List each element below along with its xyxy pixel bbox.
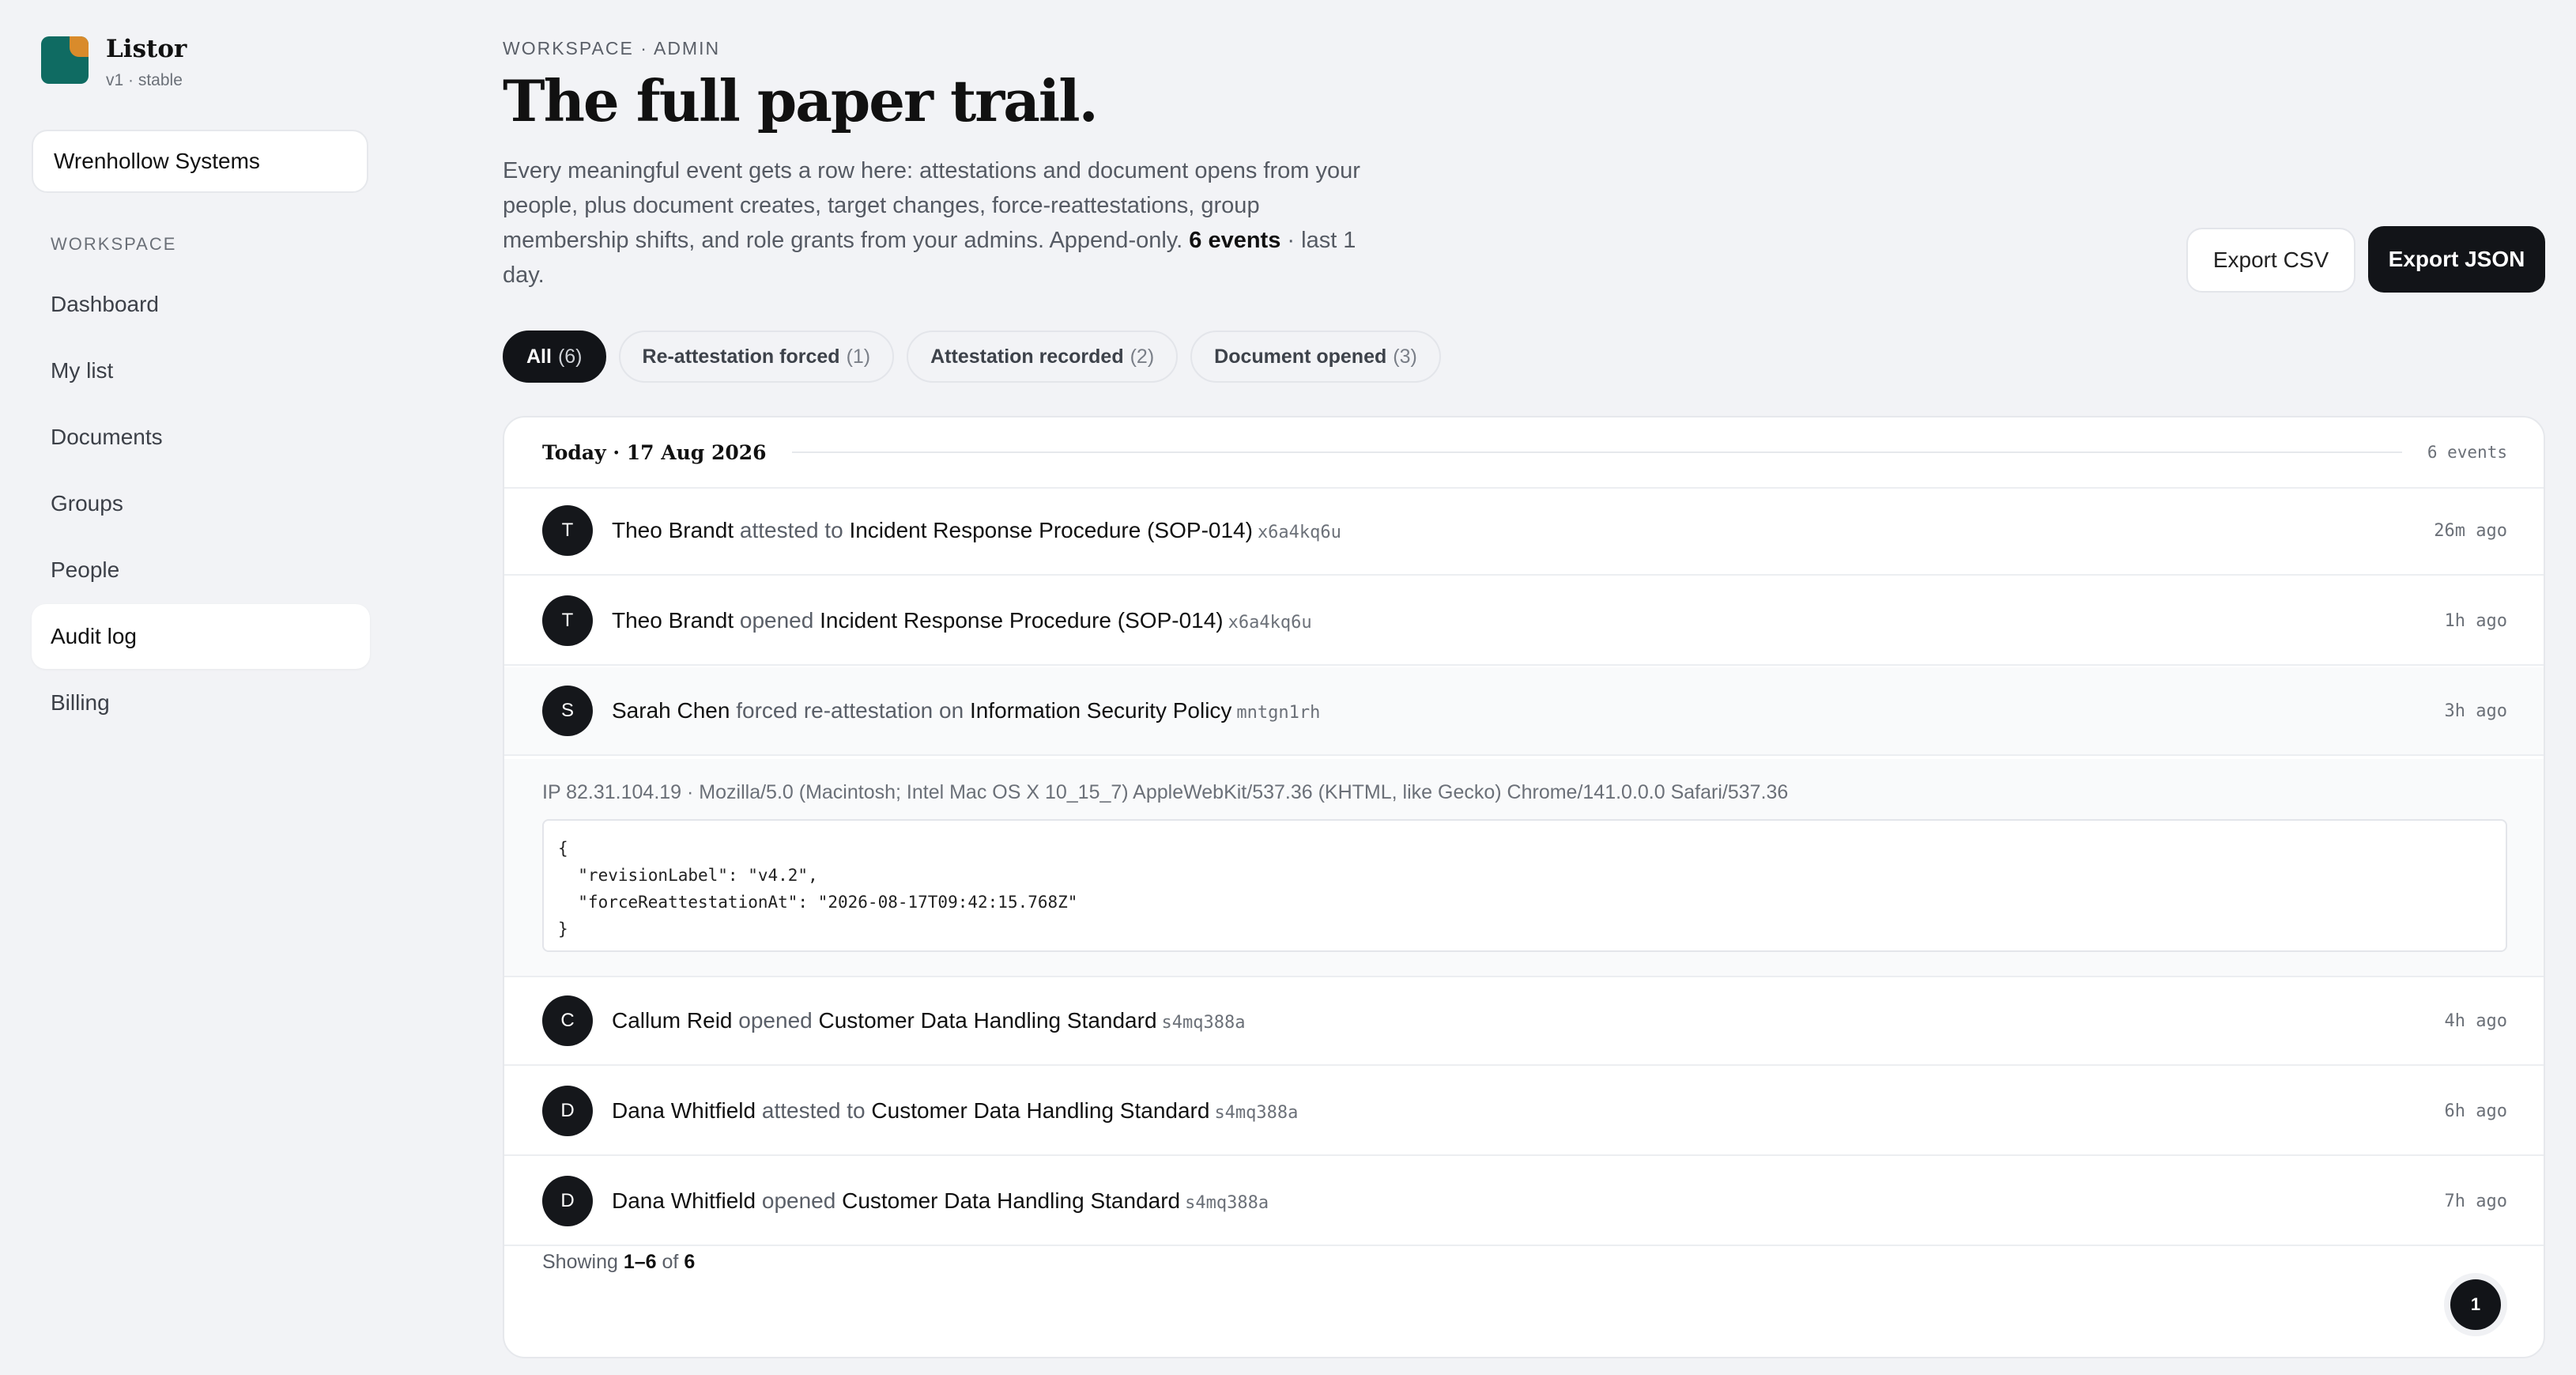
event-text: Callum Reid opened Customer Data Handlin… (612, 1008, 1245, 1033)
event-text: Theo Brandt opened Incident Response Pro… (612, 608, 1312, 633)
event-time: 1h ago (2444, 610, 2507, 631)
event-actor: Theo Brandt (612, 608, 734, 633)
event-row[interactable]: D Dana Whitfield attested to Customer Da… (504, 1067, 2544, 1156)
summary-of: of (662, 1251, 679, 1273)
nav-heading: WORKSPACE (51, 234, 177, 254)
sidebar: Listor v1 · stable Wrenhollow Systems WO… (0, 0, 411, 1375)
brand-text: Listor v1 · stable (106, 35, 187, 90)
event-meta: IP 82.31.104.19 · Mozilla/5.0 (Macintosh… (542, 781, 1789, 803)
filter-chips: All (6) Re-attestation forced (1) Attest… (503, 331, 1454, 383)
page-title: The full paper trail. (503, 67, 1099, 134)
event-time: 7h ago (2444, 1191, 2507, 1211)
avatar: D (542, 1176, 593, 1226)
event-row[interactable]: T Theo Brandt attested to Incident Respo… (504, 487, 2544, 576)
summary-total: 6 (684, 1251, 696, 1273)
event-row[interactable]: T Theo Brandt opened Incident Response P… (504, 577, 2544, 666)
listor-logo-icon (41, 36, 89, 84)
page-eyebrow: WORKSPACE · ADMIN (503, 38, 721, 59)
chip-label: All (526, 345, 552, 368)
event-target[interactable]: Customer Data Handling Standard (842, 1188, 1180, 1213)
event-verb: opened (738, 1008, 813, 1033)
event-time: 4h ago (2444, 1010, 2507, 1031)
event-slug: x6a4kq6u (1257, 523, 1341, 542)
page-description: Every meaningful event gets a row here: … (503, 153, 1364, 293)
export-csv-button[interactable]: Export CSV (2186, 228, 2355, 293)
sidebar-item-my-list[interactable]: My list (32, 338, 370, 403)
brand-name: Listor (106, 35, 187, 63)
avatar: T (542, 505, 593, 556)
event-slug: mntgn1rh (1236, 703, 1321, 723)
sidebar-nav: Dashboard My list Documents Groups Peopl… (32, 272, 370, 737)
event-target[interactable]: Incident Response Procedure (SOP-014) (820, 608, 1224, 633)
event-row[interactable]: C Callum Reid opened Customer Data Handl… (504, 977, 2544, 1066)
chip-count: (1) (846, 345, 871, 368)
event-slug: s4mq388a (1185, 1193, 1269, 1213)
day-label: Today · 17 Aug 2026 (542, 440, 767, 464)
event-verb: opened (761, 1188, 836, 1213)
event-time: 3h ago (2444, 701, 2507, 721)
events-count: 6 events (1189, 228, 1281, 253)
filter-chip-attestation-recorded[interactable]: Attestation recorded (2) (907, 331, 1179, 383)
sidebar-item-documents[interactable]: Documents (32, 405, 370, 470)
event-slug: x6a4kq6u (1228, 613, 1312, 633)
event-text: Sarah Chen forced re-attestation on Info… (612, 698, 1320, 723)
event-target[interactable]: Customer Data Handling Standard (819, 1008, 1157, 1033)
event-verb: attested to (761, 1098, 866, 1123)
sidebar-item-billing[interactable]: Billing (32, 671, 370, 735)
event-text: Theo Brandt attested to Incident Respons… (612, 518, 1341, 543)
event-row[interactable]: D Dana Whitfield opened Customer Data Ha… (504, 1158, 2544, 1246)
event-target[interactable]: Incident Response Procedure (SOP-014) (849, 518, 1253, 542)
day-event-count: 6 events (2427, 443, 2507, 462)
event-actor: Sarah Chen (612, 698, 730, 723)
event-verb: attested to (739, 518, 843, 542)
chip-label: Document opened (1214, 345, 1387, 368)
chip-label: Attestation recorded (930, 345, 1124, 368)
event-target[interactable]: Customer Data Handling Standard (871, 1098, 1209, 1123)
chip-count: (6) (557, 345, 583, 368)
event-actor: Callum Reid (612, 1008, 733, 1033)
event-time: 6h ago (2444, 1101, 2507, 1121)
brand-version: v1 · stable (106, 71, 183, 89)
event-actor: Dana Whitfield (612, 1188, 756, 1213)
event-target[interactable]: Information Security Policy (970, 698, 1231, 723)
sidebar-item-dashboard[interactable]: Dashboard (32, 272, 370, 337)
chip-count: (2) (1130, 345, 1155, 368)
event-detail-panel: IP 82.31.104.19 · Mozilla/5.0 (Macintosh… (504, 759, 2544, 977)
summary-prefix: Showing (542, 1251, 618, 1273)
page-button-current[interactable]: 1 (2450, 1279, 2501, 1330)
org-switcher[interactable]: Wrenhollow Systems (32, 130, 368, 193)
avatar: T (542, 595, 593, 646)
chip-label: Re-attestation forced (642, 345, 840, 368)
avatar: C (542, 995, 593, 1046)
sidebar-item-audit-log[interactable]: Audit log (32, 604, 370, 669)
event-row-expanded[interactable]: S Sarah Chen forced re-attestation on In… (504, 667, 2544, 756)
event-text: Dana Whitfield attested to Customer Data… (612, 1098, 1298, 1124)
event-slug: s4mq388a (1214, 1103, 1299, 1123)
day-divider (791, 451, 2402, 453)
avatar: S (542, 686, 593, 736)
event-verb: opened (739, 608, 814, 633)
filter-chip-all[interactable]: All (6) (503, 331, 606, 383)
audit-log-card: Today · 17 Aug 2026 6 events T Theo Bran… (503, 416, 2545, 1358)
chip-count: (3) (1393, 345, 1417, 368)
summary-range: 1–6 (623, 1251, 657, 1273)
brand[interactable]: Listor v1 · stable (41, 35, 187, 90)
event-text: Dana Whitfield opened Customer Data Hand… (612, 1188, 1269, 1214)
event-actor: Theo Brandt (612, 518, 734, 542)
event-slug: s4mq388a (1161, 1013, 1246, 1033)
sidebar-item-people[interactable]: People (32, 538, 370, 603)
filter-chip-reattestation-forced[interactable]: Re-attestation forced (1) (618, 331, 895, 383)
app-root: Listor v1 · stable Wrenhollow Systems WO… (0, 0, 2576, 1375)
event-time: 26m ago (2434, 520, 2507, 541)
event-verb: forced re-attestation on (736, 698, 964, 723)
sidebar-item-groups[interactable]: Groups (32, 471, 370, 536)
day-header: Today · 17 Aug 2026 6 events (504, 417, 2544, 489)
avatar: D (542, 1086, 593, 1136)
pagination-summary: Showing 1–6 of 6 (542, 1251, 695, 1274)
filter-chip-document-opened[interactable]: Document opened (3) (1190, 331, 1441, 383)
export-json-button[interactable]: Export JSON (2368, 226, 2545, 293)
event-payload-json: { "revisionLabel": "v4.2", "forceReattes… (542, 819, 2507, 952)
event-actor: Dana Whitfield (612, 1098, 756, 1123)
